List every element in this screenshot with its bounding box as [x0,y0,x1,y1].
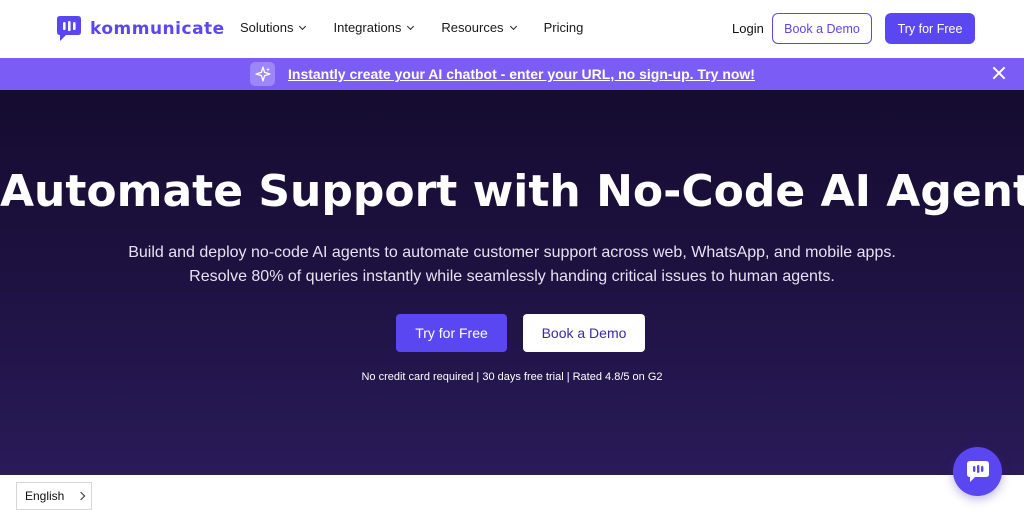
nav-item-label: Pricing [543,20,584,35]
chat-bubble-icon [966,460,989,482]
chevron-right-icon [77,491,86,501]
site-header: kommunicate Solutions Integrations Resou… [0,0,1024,58]
login-link[interactable]: Login [732,21,764,36]
nav-item-label: Integrations [333,20,402,35]
hero-try-free-button[interactable]: Try for Free [396,314,507,352]
hero-title: Automate Support with No-Code AI Agents [0,166,1024,217]
language-label: English [25,489,65,503]
main-nav: Solutions Integrations Resources Pricing [240,20,583,35]
chat-widget-button[interactable] [953,447,1002,496]
hero-subtitle-line: Resolve 80% of queries instantly while s… [189,268,835,285]
chevron-down-icon [407,22,415,30]
chevron-down-icon [509,22,517,30]
announcement-banner: Instantly create your AI chatbot - enter… [0,58,1024,90]
logo-icon [57,16,81,41]
nav-item-label: Solutions [240,20,294,35]
nav-item-integrations[interactable]: Integrations [333,20,415,35]
hero-book-demo-button[interactable]: Book a Demo [523,314,645,352]
logo[interactable]: kommunicate [54,15,225,43]
hero-subtitle: Build and deploy no-code AI agents to au… [0,241,1024,289]
banner-link[interactable]: Instantly create your AI chatbot - enter… [288,66,755,82]
nav-item-label: Resources [441,20,504,35]
nav-item-resources[interactable]: Resources [441,20,517,35]
hero-section: Automate Support with No-Code AI Agents … [0,90,1024,475]
try-free-button[interactable]: Try for Free [885,13,975,44]
hero-subtitle-line: Build and deploy no-code AI agents to au… [128,244,896,261]
close-icon[interactable] [992,66,1006,80]
nav-item-pricing[interactable]: Pricing [544,20,584,35]
language-selector[interactable]: English [16,482,92,510]
hero-note: No credit card required | 30 days free t… [361,371,663,383]
nav-item-solutions[interactable]: Solutions [240,20,307,35]
sparkle-icon [250,62,275,86]
chevron-down-icon [299,22,307,30]
book-demo-button[interactable]: Book a Demo [772,13,872,44]
brand-name: kommunicate [90,19,225,39]
